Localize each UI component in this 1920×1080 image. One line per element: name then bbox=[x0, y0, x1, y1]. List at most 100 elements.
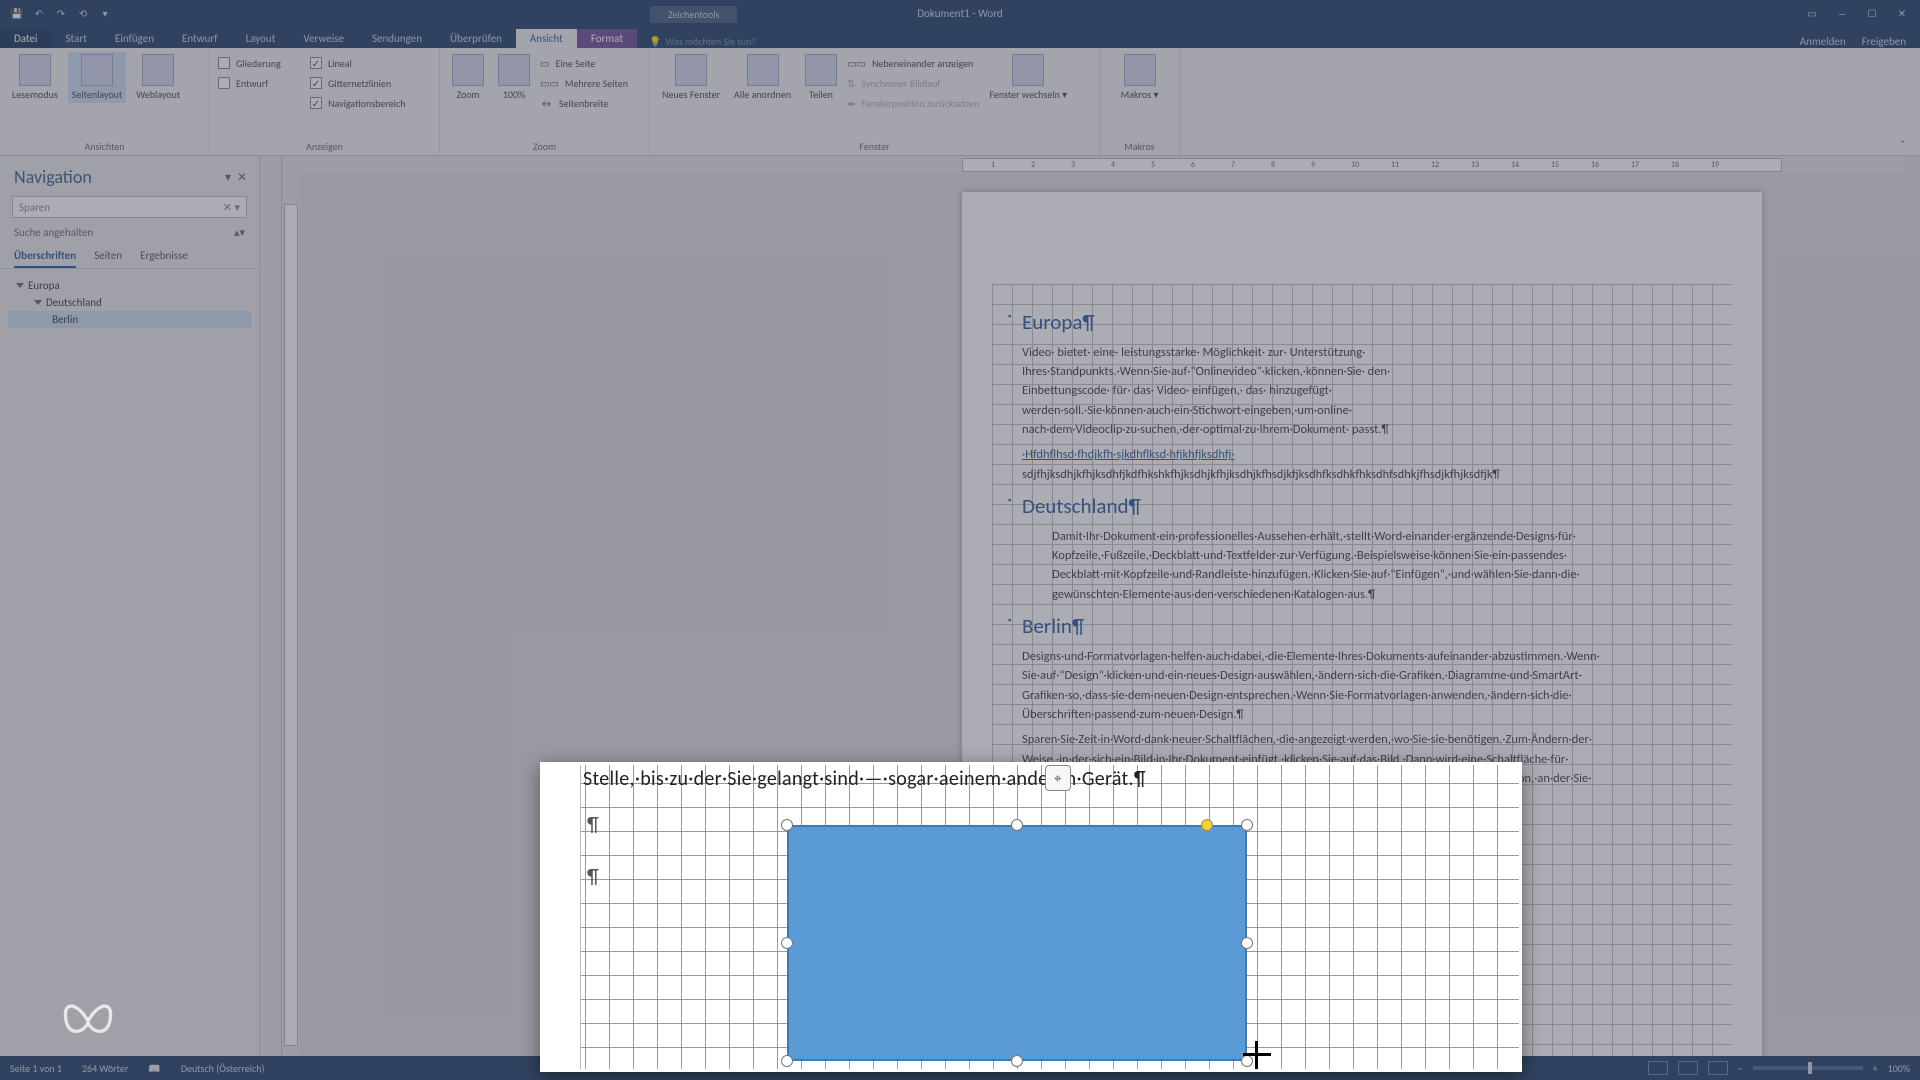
tab-insert[interactable]: Einfügen bbox=[101, 29, 168, 48]
undo-icon[interactable]: ↶ bbox=[32, 6, 46, 20]
side-by-side-button[interactable]: ▭▭ Nebeneinander anzeigen bbox=[847, 54, 979, 72]
vertical-ruler[interactable] bbox=[282, 174, 300, 1056]
window-title: Dokument1 - Word bbox=[917, 7, 1002, 20]
gridlines-check[interactable]: ✓Gitternetzlinien bbox=[310, 74, 405, 92]
navpane-check[interactable]: ✓Navigationsbereich bbox=[310, 94, 405, 112]
read-mode-button[interactable]: Lesemodus bbox=[8, 52, 62, 103]
layout-options-icon[interactable]: ⌖ bbox=[1045, 765, 1071, 791]
nav-search-input[interactable]: Sparen ✕ ▾ bbox=[12, 196, 247, 218]
rotate-handle[interactable] bbox=[1201, 819, 1213, 831]
status-page[interactable]: Seite 1 von 1 bbox=[10, 1062, 62, 1075]
tab-file[interactable]: Datei bbox=[0, 29, 52, 48]
nav-tab-headings[interactable]: Überschriften bbox=[14, 245, 76, 268]
navpane-dropdown-icon[interactable]: ▾ bbox=[225, 170, 231, 185]
tab-format[interactable]: Format bbox=[577, 29, 637, 48]
navpane-title: Navigation bbox=[14, 166, 92, 188]
collapse-ribbon-icon[interactable]: ˄ bbox=[1900, 137, 1914, 151]
multi-page-button[interactable]: ▭▭ Mehrere Seiten bbox=[540, 74, 628, 92]
zoom-in-icon[interactable]: + bbox=[1873, 1062, 1878, 1075]
zoom100-button[interactable]: 100% bbox=[494, 52, 534, 112]
zoom-value[interactable]: 100% bbox=[1888, 1062, 1910, 1075]
resize-handle-ne[interactable] bbox=[1241, 819, 1253, 831]
resize-handle-n[interactable] bbox=[1011, 819, 1023, 831]
status-words[interactable]: 264 Wörter bbox=[82, 1062, 128, 1075]
resize-handle-s[interactable] bbox=[1011, 1055, 1023, 1067]
horizontal-ruler[interactable]: 12345678910111213141516171819 bbox=[282, 156, 1904, 174]
status-language[interactable]: Deutsch (Österreich) bbox=[181, 1062, 265, 1075]
touch-icon[interactable]: ⟲ bbox=[76, 6, 90, 20]
view-read-icon[interactable] bbox=[1648, 1061, 1668, 1075]
ruler-tick: 9 bbox=[1311, 160, 1315, 170]
expand-icon[interactable] bbox=[16, 283, 24, 288]
resize-handle-w[interactable] bbox=[781, 937, 793, 949]
view-print-icon[interactable] bbox=[1678, 1061, 1698, 1075]
view-web-icon[interactable] bbox=[1708, 1061, 1728, 1075]
tree-node-deutschland[interactable]: Deutschland bbox=[8, 294, 251, 311]
ribbon-options-icon[interactable]: ▭ bbox=[1798, 3, 1826, 23]
switch-windows-button[interactable]: Fenster wechseln ▾ bbox=[985, 52, 1071, 112]
reset-pos-label: Fensterposition zurücksetzen bbox=[861, 97, 979, 110]
sign-in-link[interactable]: Anmelden bbox=[1800, 35, 1846, 48]
ribbon-tabstrip: Datei Start Einfügen Entwurf Layout Verw… bbox=[0, 26, 1920, 48]
redo-icon[interactable]: ↷ bbox=[54, 6, 68, 20]
nav-search-dropdown-icon[interactable]: ▾ bbox=[234, 201, 240, 214]
ruler-check[interactable]: ✓Lineal bbox=[310, 54, 405, 72]
arrange-all-button[interactable]: Alle anordnen bbox=[730, 52, 795, 112]
tab-mailings[interactable]: Sendungen bbox=[358, 29, 436, 48]
tree-node-berlin[interactable]: Berlin bbox=[8, 311, 251, 328]
reset-pos-button: ⬌ Fensterposition zurücksetzen bbox=[847, 94, 979, 112]
macros-button[interactable]: Makros ▾ bbox=[1108, 52, 1171, 103]
split-button[interactable]: Teilen bbox=[801, 52, 841, 112]
print-layout-button[interactable]: Seitenlayout bbox=[68, 52, 127, 103]
tree-node-europa[interactable]: Europa bbox=[8, 277, 251, 294]
maximize-icon[interactable]: ☐ bbox=[1858, 3, 1886, 23]
switch-windows-label: Fenster wechseln ▾ bbox=[989, 88, 1067, 101]
zoom-button[interactable]: Zoom bbox=[448, 52, 488, 112]
drawn-rectangle-shape[interactable] bbox=[787, 825, 1247, 1061]
nav-tab-results[interactable]: Ergebnisse bbox=[140, 245, 188, 268]
share-button[interactable]: Freigeben bbox=[1862, 35, 1906, 48]
page-width-button[interactable]: ↔ Seitenbreite bbox=[540, 94, 628, 112]
close-icon[interactable]: ✕ bbox=[1888, 3, 1916, 23]
nav-search-clear-icon[interactable]: ✕ bbox=[223, 201, 232, 214]
print-layout-label: Seitenlayout bbox=[72, 88, 123, 101]
minimize-icon[interactable]: — bbox=[1828, 3, 1856, 23]
zoom100-label: 100% bbox=[503, 88, 525, 101]
group-show-label: Anzeigen bbox=[218, 140, 431, 153]
navpane-label: Navigationsbereich bbox=[328, 97, 405, 110]
one-page-button[interactable]: ▭ Eine Seite bbox=[540, 54, 628, 72]
tab-review[interactable]: Überprüfen bbox=[436, 29, 516, 48]
group-macros-label: Makros bbox=[1108, 140, 1171, 153]
draft-label: Entwurf bbox=[236, 77, 268, 90]
resize-handle-e[interactable] bbox=[1241, 937, 1253, 949]
resize-handle-sw[interactable] bbox=[781, 1055, 793, 1067]
tree-label: Europa bbox=[28, 279, 60, 292]
ruler-tick: 15 bbox=[1551, 160, 1559, 170]
resize-handle-nw[interactable] bbox=[781, 819, 793, 831]
hyperlink-text[interactable]: ·Hfdhflhsd·fhdjkfh·sjkdhflksd·hfjkhfjksd… bbox=[1022, 447, 1235, 462]
sync-scroll-label: Synchroner Bildlauf bbox=[861, 77, 940, 90]
tab-references[interactable]: Verweise bbox=[289, 29, 358, 48]
tab-start[interactable]: Start bbox=[52, 29, 101, 48]
save-icon[interactable]: 💾 bbox=[10, 6, 24, 20]
tell-me-input[interactable]: 💡Was möchten Sie tun? bbox=[649, 35, 756, 48]
tab-design[interactable]: Entwurf bbox=[168, 29, 232, 48]
contextual-tab-label: Zeichentools bbox=[650, 6, 737, 23]
qat-more-icon[interactable]: ▾ bbox=[98, 6, 112, 20]
navpane-close-icon[interactable]: ✕ bbox=[237, 170, 247, 185]
web-layout-button[interactable]: Weblayout bbox=[132, 52, 184, 103]
zoom-out-icon[interactable]: − bbox=[1738, 1062, 1743, 1075]
ruler-label: Lineal bbox=[328, 57, 352, 70]
zoom-slider[interactable] bbox=[1753, 1066, 1863, 1070]
new-window-button[interactable]: Neues Fenster bbox=[658, 52, 724, 112]
watermark-butterfly-icon bbox=[60, 996, 116, 1046]
nav-next-icon[interactable]: ▾ bbox=[239, 226, 245, 239]
tab-layout[interactable]: Layout bbox=[232, 29, 290, 48]
tab-view[interactable]: Ansicht bbox=[516, 29, 577, 48]
expand-icon[interactable] bbox=[34, 300, 42, 305]
magnifier-icon bbox=[452, 54, 484, 86]
status-spellcheck-icon[interactable]: 📖 bbox=[148, 1062, 160, 1075]
navigation-pane: Navigation ▾✕ Sparen ✕ ▾ Suche angehalte… bbox=[0, 156, 260, 1056]
nav-tab-pages[interactable]: Seiten bbox=[94, 245, 122, 268]
ruler-tick: 4 bbox=[1111, 160, 1115, 170]
